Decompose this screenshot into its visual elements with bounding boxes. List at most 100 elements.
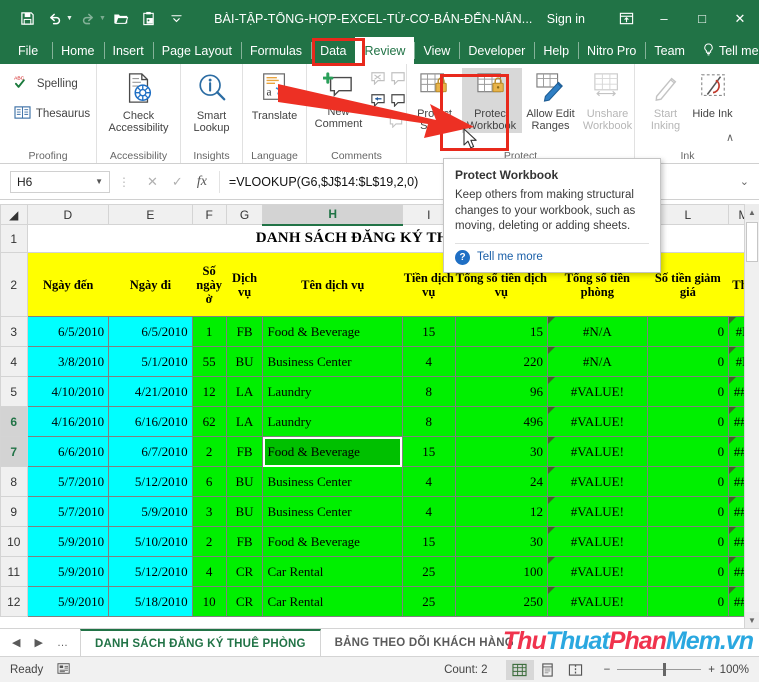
tab-team[interactable]: Team xyxy=(645,37,694,64)
row-header-8[interactable]: 8 xyxy=(0,466,28,497)
cell-so-tien-giam-gia-3[interactable]: 0 xyxy=(646,316,730,347)
cell-ngay-den-10[interactable]: 5/9/2010 xyxy=(26,526,110,557)
cell-tong-so-tien-dich-vu-9[interactable]: 12 xyxy=(454,496,549,527)
cell-tien-dich-vu-11[interactable]: 25 xyxy=(401,556,456,587)
cell-dich-vu-8[interactable]: BU xyxy=(225,466,264,497)
cell-ngay-di-10[interactable]: 5/10/2010 xyxy=(108,526,193,557)
sheet-tab-danh-sach-dang-ky-thue-phong[interactable]: DANH SÁCH ĐĂNG KÝ THUÊ PHÒNG xyxy=(79,629,321,656)
cell-tong-so-tien-dich-vu-11[interactable]: 100 xyxy=(454,556,549,587)
show-comment-icon[interactable] xyxy=(370,93,386,112)
cell-so-tien-giam-gia-5[interactable]: 0 xyxy=(646,376,730,407)
column-header-f[interactable]: F xyxy=(191,204,227,225)
cell-dich-vu-6[interactable]: LA xyxy=(225,406,264,437)
protect-sheet-button[interactable]: Protect Sheet xyxy=(408,68,462,133)
cell-ngay-den-11[interactable]: 5/9/2010 xyxy=(26,556,110,587)
first-sheet-button[interactable]: ◀ xyxy=(12,636,20,649)
header-ngay-di[interactable]: Ngày đi xyxy=(108,252,193,317)
delete-comment-icon[interactable] xyxy=(370,71,386,90)
cell-ngay-di-8[interactable]: 5/12/2010 xyxy=(108,466,193,497)
protect-workbook-button[interactable]: Protect Workbook xyxy=(461,68,522,133)
tab-developer[interactable]: Developer xyxy=(459,37,534,64)
column-header-h[interactable]: H xyxy=(262,204,403,226)
new-comment-button[interactable]: New Comment xyxy=(308,68,370,131)
scrollbar-thumb[interactable] xyxy=(746,222,758,262)
row-header-3[interactable]: 3 xyxy=(0,316,28,347)
unshare-workbook-button[interactable]: Unshare Workbook xyxy=(580,68,636,133)
record-macro-icon[interactable] xyxy=(57,662,71,678)
cell-so-ngay-o-10[interactable]: 2 xyxy=(191,526,227,557)
tab-insert[interactable]: Insert xyxy=(103,37,153,64)
tab-view[interactable]: View xyxy=(414,37,459,64)
cell-ngay-den-12[interactable]: 5/9/2010 xyxy=(26,586,110,617)
restore-button[interactable]: □ xyxy=(683,0,721,37)
sheet-tab-bang-theo-doi-khach-hang[interactable]: BẢNG THEO DÕI KHÁCH HÀNG xyxy=(321,629,528,656)
cell-tong-so-tien-phong-3[interactable]: #N/A xyxy=(547,316,648,347)
row-header-1[interactable]: 1 xyxy=(0,224,28,253)
row-header-11[interactable]: 11 xyxy=(0,556,28,587)
cell-ngay-den-7[interactable]: 6/6/2010 xyxy=(26,436,110,467)
row-header-12[interactable]: 12 xyxy=(0,586,28,617)
smart-lookup-button[interactable]: Smart Lookup xyxy=(182,68,242,135)
cell-ten-dich-vu-4[interactable]: Business Center xyxy=(262,346,403,377)
cell-tien-dich-vu-7[interactable]: 15 xyxy=(401,436,456,467)
cell-tong-so-tien-phong-5[interactable]: #VALUE! xyxy=(547,376,648,407)
cell-ten-dich-vu-5[interactable]: Laundry xyxy=(262,376,403,407)
cell-ngay-di-11[interactable]: 5/12/2010 xyxy=(108,556,193,587)
cell-tong-so-tien-dich-vu-10[interactable]: 30 xyxy=(454,526,549,557)
cancel-formula-icon[interactable]: ✕ xyxy=(147,174,158,190)
qat-more-icon[interactable] xyxy=(164,6,190,32)
cell-ngay-di-9[interactable]: 5/9/2010 xyxy=(108,496,193,527)
cell-so-ngay-o-6[interactable]: 62 xyxy=(191,406,227,437)
cell-ngay-di-7[interactable]: 6/7/2010 xyxy=(108,436,193,467)
cell-so-tien-giam-gia-11[interactable]: 0 xyxy=(646,556,730,587)
cell-ngay-di-6[interactable]: 6/16/2010 xyxy=(108,406,193,437)
cell-ten-dich-vu-8[interactable]: Business Center xyxy=(262,466,403,497)
cell-dich-vu-3[interactable]: FB xyxy=(225,316,264,347)
header-ngay-den[interactable]: Ngày đến xyxy=(27,252,109,317)
tab-nitro-pro[interactable]: Nitro Pro xyxy=(578,37,645,64)
row-header-7[interactable]: 7 xyxy=(0,436,28,467)
vertical-scrollbar[interactable]: ▲ ▼ xyxy=(744,204,759,628)
cell-tien-dich-vu-3[interactable]: 15 xyxy=(401,316,456,347)
cell-ten-dich-vu-10[interactable]: Food & Beverage xyxy=(262,526,403,557)
translate-button[interactable]: a Translate xyxy=(244,68,306,122)
cell-tien-dich-vu-5[interactable]: 8 xyxy=(401,376,456,407)
tab-formulas[interactable]: Formulas xyxy=(240,37,311,64)
cell-tong-so-tien-dich-vu-7[interactable]: 30 xyxy=(454,436,549,467)
cell-so-tien-giam-gia-12[interactable]: 0 xyxy=(646,586,730,617)
show-ink-icon[interactable] xyxy=(388,115,404,133)
cell-so-tien-giam-gia-8[interactable]: 0 xyxy=(646,466,730,497)
page-layout-view-button[interactable] xyxy=(534,660,562,680)
cell-ngay-den-5[interactable]: 4/10/2010 xyxy=(26,376,110,407)
cell-so-tien-giam-gia-4[interactable]: 0 xyxy=(646,346,730,377)
undo-icon[interactable] xyxy=(42,6,68,32)
cell-so-ngay-o-11[interactable]: 4 xyxy=(191,556,227,587)
check-accessibility-button[interactable]: Check Accessibility xyxy=(98,68,180,135)
cell-tong-so-tien-dich-vu-6[interactable]: 496 xyxy=(454,406,549,437)
cell-so-ngay-o-8[interactable]: 6 xyxy=(191,466,227,497)
row-header-5[interactable]: 5 xyxy=(0,376,28,407)
header-dich-vu[interactable]: Dịch vụ xyxy=(226,252,263,317)
cell-tong-so-tien-phong-10[interactable]: #VALUE! xyxy=(547,526,648,557)
cell-ngay-di-3[interactable]: 6/5/2010 xyxy=(108,316,193,347)
cell-ten-dich-vu-11[interactable]: Car Rental xyxy=(262,556,403,587)
cell-ngay-di-12[interactable]: 5/18/2010 xyxy=(108,586,193,617)
cell-tong-so-tien-phong-8[interactable]: #VALUE! xyxy=(547,466,648,497)
cell-ngay-di-5[interactable]: 4/21/2010 xyxy=(108,376,193,407)
cell-so-tien-giam-gia-9[interactable]: 0 xyxy=(646,496,730,527)
cell-ten-dich-vu-3[interactable]: Food & Beverage xyxy=(262,316,403,347)
column-header-d[interactable]: D xyxy=(26,204,110,225)
undo-dropdown-icon[interactable]: ▼ xyxy=(66,15,73,22)
name-box[interactable]: H6 ▼ xyxy=(10,170,110,193)
tab-page-layout[interactable]: Page Layout xyxy=(152,37,241,64)
tab-review[interactable]: Review xyxy=(355,37,415,64)
cell-dich-vu-7[interactable]: FB xyxy=(225,436,264,467)
select-all-corner[interactable]: ◢ xyxy=(0,204,28,225)
cell-tien-dich-vu-4[interactable]: 4 xyxy=(401,346,456,377)
cell-ngay-di-4[interactable]: 5/1/2010 xyxy=(108,346,193,377)
previous-comment-icon[interactable] xyxy=(390,71,406,90)
tab-file[interactable]: File xyxy=(0,37,52,64)
cell-ngay-den-4[interactable]: 3/8/2010 xyxy=(26,346,110,377)
allow-edit-ranges-button[interactable]: Allow Edit Ranges xyxy=(522,68,580,133)
cell-so-ngay-o-9[interactable]: 3 xyxy=(191,496,227,527)
